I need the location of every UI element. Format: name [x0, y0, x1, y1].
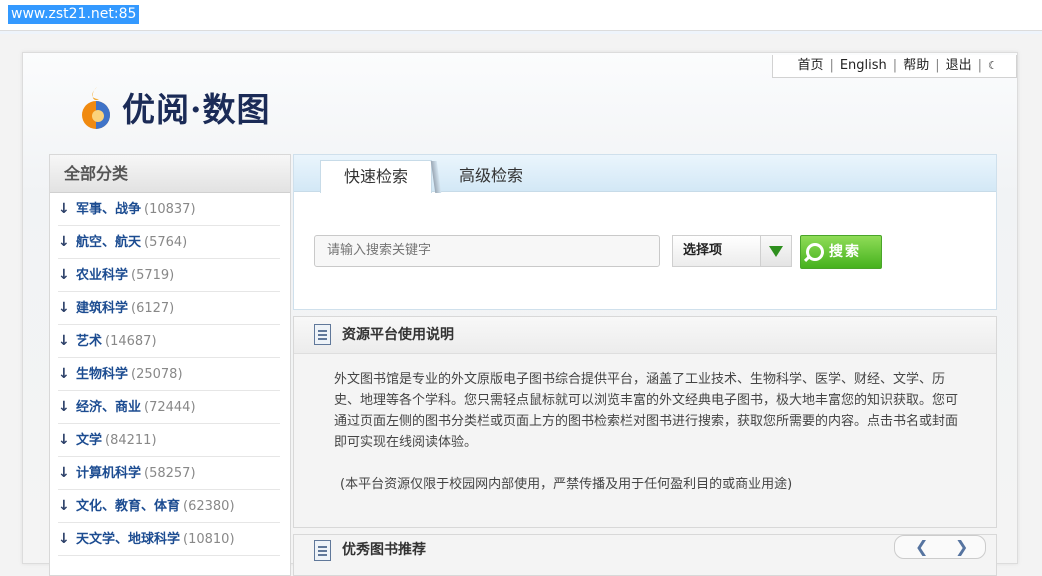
category-count: (10837): [144, 202, 196, 217]
search-input[interactable]: [314, 235, 660, 267]
home-link[interactable]: 首页: [797, 58, 823, 73]
category-sidebar: 全部分类 ↓ 军事、战争 (10837) ↓ 航空、航天 (5764) ↓ 农业科学 (57…: [49, 154, 291, 576]
help-link[interactable]: 帮助: [903, 58, 929, 73]
address-bar[interactable]: www.zst21.net:85: [0, 0, 1042, 31]
logout-link[interactable]: 退出: [946, 58, 972, 73]
category-count: (84211): [105, 433, 157, 448]
category-name[interactable]: 建筑科学: [76, 301, 128, 316]
tab-advanced-search[interactable]: 高级检索: [459, 160, 523, 192]
category-count: (5719): [131, 268, 175, 283]
recommend-panel: 优秀图书推荐 ❮ ❯: [293, 534, 997, 576]
divider: |: [892, 58, 898, 73]
category-count: (6127): [131, 301, 175, 316]
arrow-down-icon: ↓: [58, 399, 70, 415]
carousel-nav: ❮ ❯: [894, 535, 986, 559]
search-button[interactable]: 搜索: [800, 235, 882, 269]
divider: |: [977, 58, 982, 73]
sidebar-item-agriculture[interactable]: ↓ 农业科学 (5719): [58, 259, 280, 292]
divider: |: [935, 58, 940, 73]
sidebar-item-culture-education[interactable]: ↓ 文化、教育、体育 (62380): [58, 490, 280, 523]
sidebar-item-biology[interactable]: ↓ 生物科学 (25078): [58, 358, 280, 391]
sidebar-item-astronomy[interactable]: ↓ 天文学、地球科学 (10810): [58, 523, 280, 556]
category-name[interactable]: 航空、航天: [76, 235, 141, 250]
sidebar-item-aerospace[interactable]: ↓ 航空、航天 (5764): [58, 226, 280, 259]
info-header: 资源平台使用说明: [294, 317, 996, 354]
chevron-right-icon[interactable]: ❯: [955, 537, 968, 556]
arrow-down-icon: ↓: [58, 498, 70, 514]
search-panel: 快速检索 高级检索 选择项 搜索: [293, 154, 997, 310]
info-note: (本平台资源仅限于校园网内部使用，严禁传播及用于任何盈利目的或商业用途): [340, 477, 793, 492]
search-icon: [806, 243, 824, 261]
address-url[interactable]: www.zst21.net:85: [8, 5, 140, 24]
logo: 优阅·数图: [80, 81, 280, 131]
english-link[interactable]: English: [840, 58, 887, 73]
info-title: 资源平台使用说明: [342, 327, 454, 343]
category-name[interactable]: 文化、教育、体育: [76, 499, 180, 514]
recommend-title: 优秀图书推荐: [342, 542, 426, 558]
arrow-down-icon: ↓: [58, 234, 70, 250]
document-icon: [314, 540, 331, 561]
search-tabs: 快速检索 高级检索: [294, 155, 996, 193]
category-count: (10810): [183, 532, 235, 547]
category-count: (72444): [144, 400, 196, 415]
arrow-down-icon: ↓: [58, 531, 70, 547]
arrow-down-icon: ↓: [58, 201, 70, 217]
sidebar-item-architecture[interactable]: ↓ 建筑科学 (6127): [58, 292, 280, 325]
page-container: 首页 | English | 帮助 | 退出 | ☾ 优阅·数图 全部分类 ↓ 军事、战争 (108…: [22, 52, 1018, 576]
select-label: 选择项: [683, 243, 723, 258]
sidebar-item-literature[interactable]: ↓ 文学 (84211): [58, 424, 280, 457]
search-field-select[interactable]: 选择项: [672, 235, 792, 267]
sidebar-item-art[interactable]: ↓ 艺术 (14687): [58, 325, 280, 358]
chevron-down-icon[interactable]: [760, 236, 791, 266]
category-list: ↓ 军事、战争 (10837) ↓ 航空、航天 (5764) ↓ 农业科学 (5719) ↓…: [50, 193, 290, 556]
usage-info-panel: 资源平台使用说明 外文图书馆是专业的外文原版电子图书综合提供平台，涵盖了工业技术…: [293, 316, 997, 528]
address-bar-divider: [0, 31, 1042, 34]
category-count: (14687): [105, 334, 157, 349]
moon-icon[interactable]: ☾: [988, 55, 998, 77]
sidebar-item-economics[interactable]: ↓ 经济、商业 (72444): [58, 391, 280, 424]
tab-quick-search[interactable]: 快速检索: [320, 160, 432, 193]
divider: |: [829, 58, 834, 73]
arrow-down-icon: ↓: [58, 300, 70, 316]
logo-icon: [82, 87, 110, 129]
logo-text: 优阅·数图: [122, 90, 271, 129]
category-name[interactable]: 生物科学: [76, 367, 128, 382]
category-name[interactable]: 经济、商业: [76, 400, 141, 415]
arrow-down-icon: ↓: [58, 465, 70, 481]
arrow-down-icon: ↓: [58, 366, 70, 382]
category-name[interactable]: 军事、战争: [76, 202, 141, 217]
category-name[interactable]: 农业科学: [76, 268, 128, 283]
arrow-down-icon: ↓: [58, 267, 70, 283]
top-links: 首页 | English | 帮助 | 退出 | ☾: [772, 55, 1017, 78]
category-count: (58257): [144, 466, 196, 481]
category-name[interactable]: 天文学、地球科学: [76, 532, 180, 547]
category-count: (25078): [131, 367, 183, 382]
chevron-left-icon[interactable]: ❮: [915, 537, 928, 556]
sidebar-title: 全部分类: [50, 155, 290, 193]
category-name[interactable]: 艺术: [76, 334, 102, 349]
arrow-down-icon: ↓: [58, 333, 70, 349]
info-body: 外文图书馆是专业的外文原版电子图书综合提供平台，涵盖了工业技术、生物科学、医学、…: [334, 372, 959, 450]
category-count: (62380): [183, 499, 235, 514]
category-count: (5764): [144, 235, 188, 250]
category-name[interactable]: 计算机科学: [76, 466, 141, 481]
sidebar-item-military[interactable]: ↓ 军事、战争 (10837): [58, 193, 280, 226]
category-name[interactable]: 文学: [76, 433, 102, 448]
arrow-down-icon: ↓: [58, 432, 70, 448]
document-icon: [314, 324, 331, 345]
sidebar-item-computer-science[interactable]: ↓ 计算机科学 (58257): [58, 457, 280, 490]
search-button-label: 搜索: [829, 244, 861, 260]
